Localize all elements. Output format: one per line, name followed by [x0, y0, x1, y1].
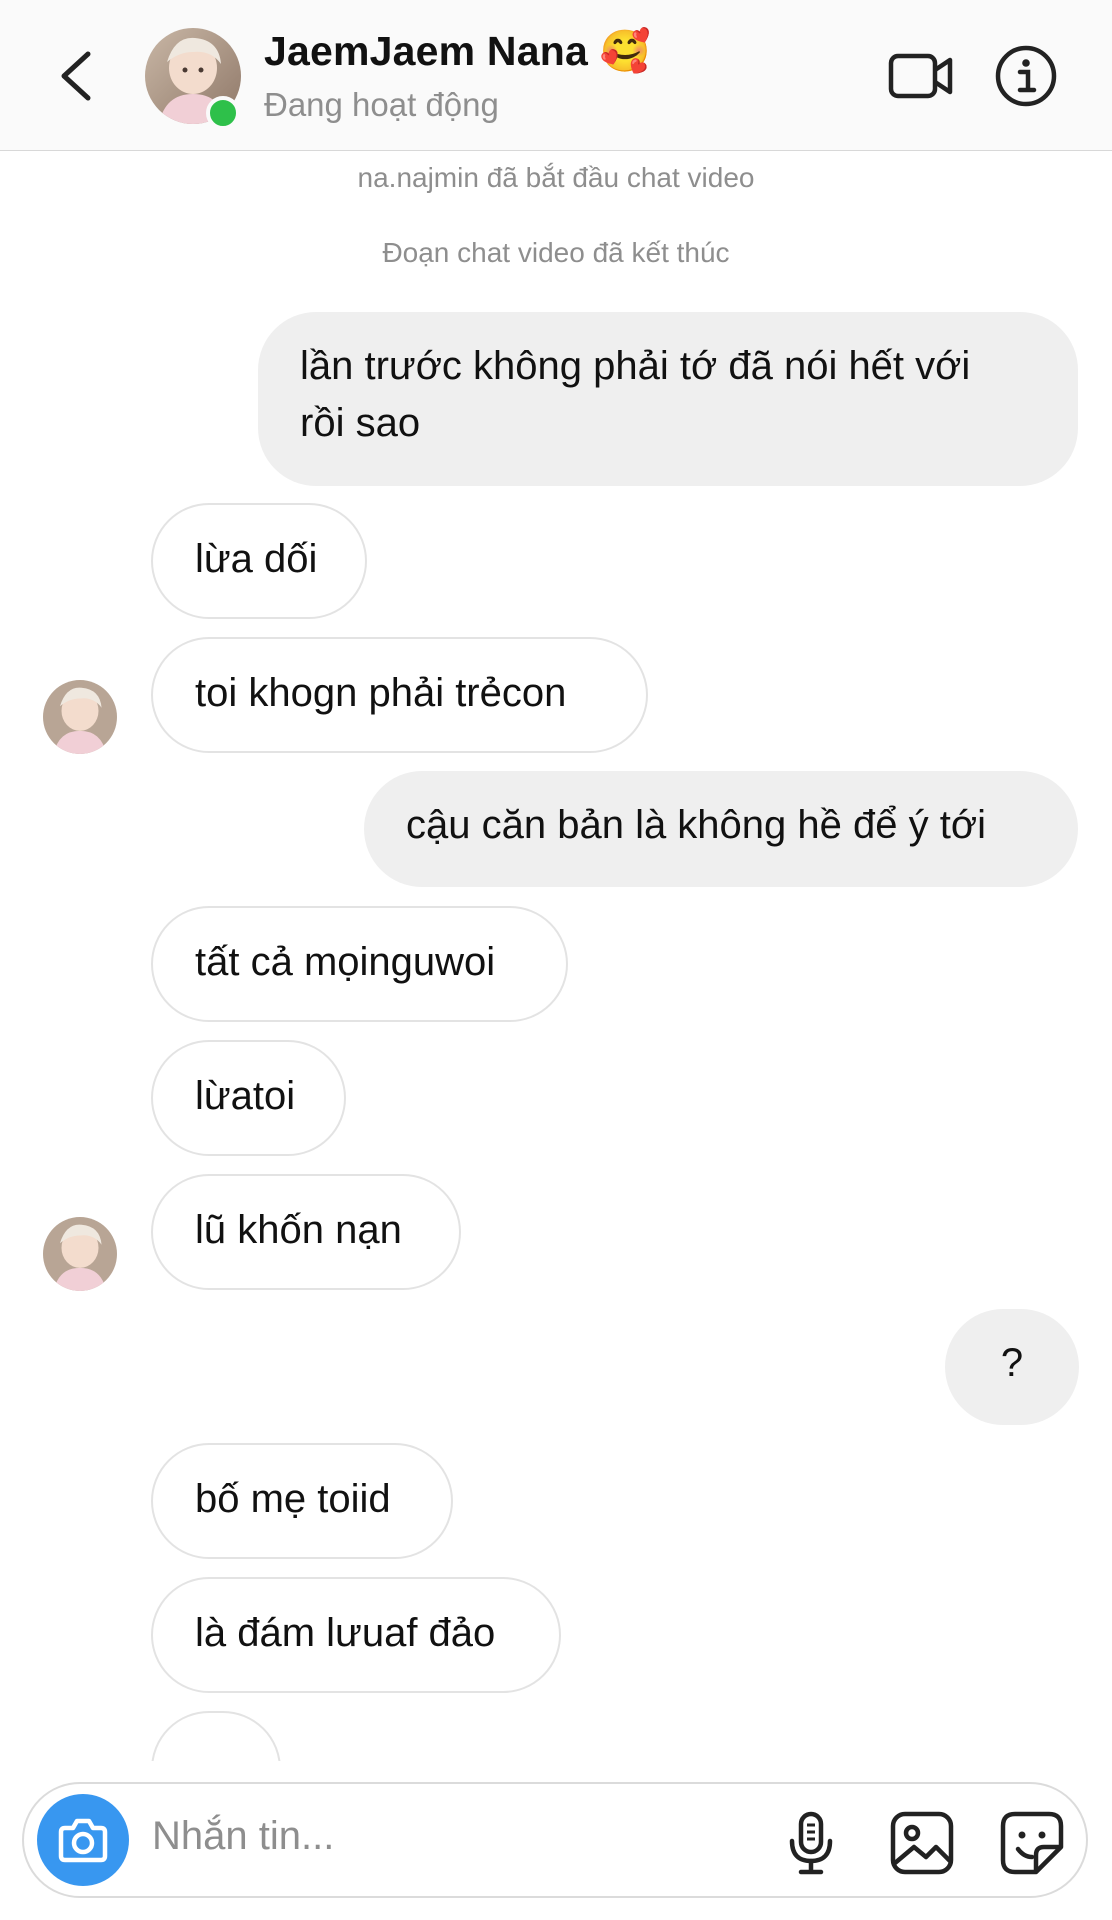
outgoing-message[interactable]: cậu căn bản là không hề để ý tới — [364, 771, 1078, 887]
sender-avatar[interactable] — [43, 680, 117, 754]
microphone-icon[interactable] — [779, 1811, 843, 1875]
contact-name[interactable]: JaemJaem Nana 🥰 — [264, 28, 651, 76]
back-arrow-icon[interactable] — [52, 44, 108, 108]
incoming-message[interactable]: lũ khốn nạn — [151, 1174, 461, 1290]
info-icon[interactable] — [994, 44, 1058, 108]
sender-avatar[interactable] — [43, 1217, 117, 1291]
system-notice: Đoạn chat video đã kết thúc — [382, 237, 730, 268]
incoming-message[interactable]: lừatoi — [151, 1040, 346, 1156]
incoming-message-partial — [151, 1711, 285, 1761]
online-status-dot — [206, 96, 240, 130]
incoming-message[interactable]: là đám lưuaf đảo — [151, 1577, 561, 1693]
message-input[interactable]: Nhắn tin... — [152, 1814, 334, 1859]
chat-header: JaemJaem Nana 🥰 Đang hoạt động — [0, 0, 1112, 151]
incoming-message[interactable]: tất cả mọinguwoi — [151, 906, 568, 1022]
outgoing-message[interactable]: lần trước không phải tớ đã nói hết với r… — [258, 312, 1078, 486]
gallery-icon[interactable] — [890, 1811, 954, 1875]
message-text-line: rồi sao — [300, 401, 421, 445]
camera-button[interactable] — [37, 1794, 129, 1886]
incoming-message[interactable]: bố mẹ toiid — [151, 1443, 453, 1559]
sticker-icon[interactable] — [1000, 1811, 1064, 1875]
message-composer: Nhắn tin... — [22, 1782, 1088, 1898]
message-text-line: lần trước không phải tớ đã nói hết với — [300, 344, 971, 388]
incoming-message[interactable]: lừa dối — [151, 503, 367, 619]
incoming-message[interactable]: toi khogn phải trẻcon — [151, 637, 648, 753]
video-call-icon[interactable] — [888, 50, 954, 102]
activity-status: Đang hoạt động — [264, 86, 499, 123]
outgoing-message[interactable]: ? — [945, 1309, 1079, 1425]
camera-icon — [58, 1818, 108, 1863]
system-notice: na.najmin đã bắt đầu chat video — [357, 162, 755, 193]
